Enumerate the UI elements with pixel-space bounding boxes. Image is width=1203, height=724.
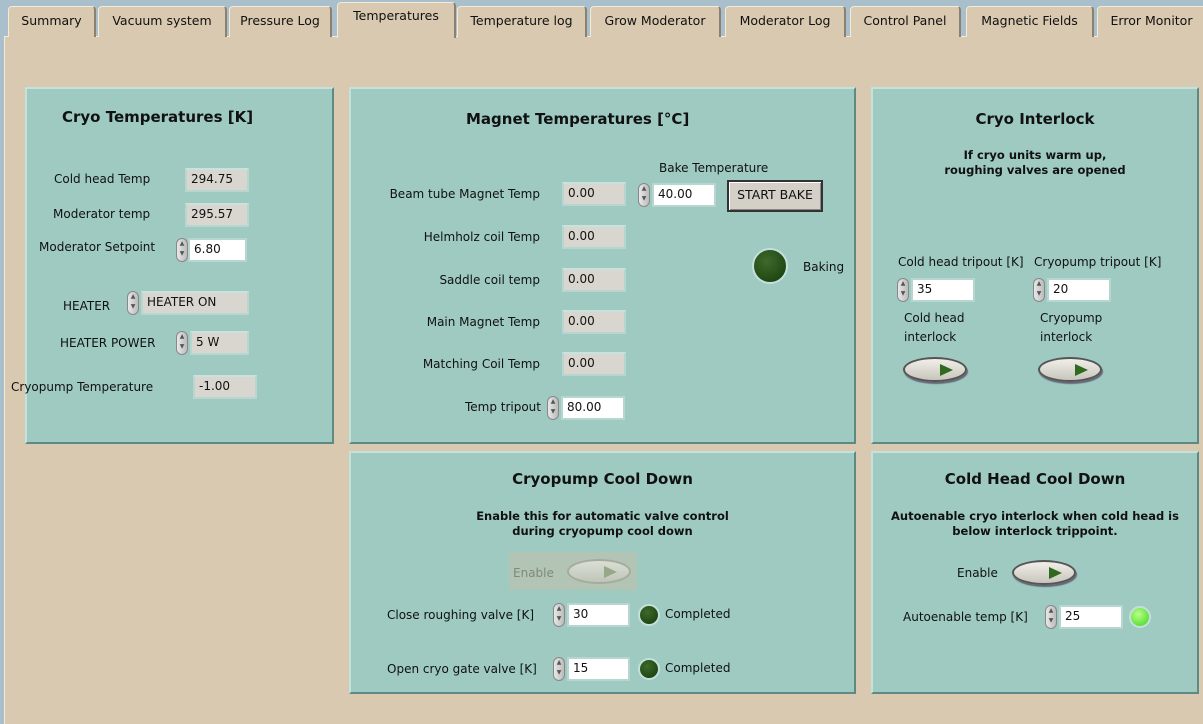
setpoint-spinner[interactable]: ▲ ▼ bbox=[176, 238, 188, 262]
saddle-coil-label: Saddle coil temp bbox=[439, 273, 540, 287]
coldhead-enable-label: Enable bbox=[957, 566, 998, 580]
cold-head-tripout-spinner[interactable]: ▲ ▼ bbox=[897, 278, 909, 302]
close-roughing-input[interactable]: 30 bbox=[567, 603, 630, 627]
matching-coil-display: 0.00 bbox=[562, 352, 626, 376]
bake-temperature-label: Bake Temperature bbox=[659, 161, 769, 175]
cooldown-note-1: Enable this for automatic valve control bbox=[476, 509, 729, 523]
cold-head-interlock-label-2: interlock bbox=[904, 330, 957, 344]
moderator-setpoint-label: Moderator Setpoint bbox=[39, 240, 156, 254]
cold-head-temp-display: 294.75 bbox=[185, 168, 249, 192]
autoenable-led bbox=[1129, 606, 1151, 628]
interlock-note-1: If cryo units warm up, bbox=[963, 148, 1107, 162]
helmholz-display: 0.00 bbox=[562, 225, 626, 249]
heater-power-spinner[interactable]: ▲ ▼ bbox=[176, 331, 188, 355]
autoenable-temp-input[interactable]: 25 bbox=[1059, 605, 1123, 629]
cryo-temperatures-title: Cryo Temperatures [K] bbox=[62, 108, 254, 126]
cryo-interlock-title: Cryo Interlock bbox=[975, 110, 1095, 128]
tab-pressure-log[interactable]: Pressure Log bbox=[229, 6, 332, 37]
heater-label: HEATER bbox=[63, 299, 111, 313]
cold-head-interlock-toggle[interactable] bbox=[903, 357, 967, 382]
open-gate-label: Open cryo gate valve [K] bbox=[387, 662, 537, 676]
heater-power-label: HEATER POWER bbox=[60, 336, 156, 350]
temp-tripout-input[interactable]: 80.00 bbox=[561, 396, 625, 420]
coldhead-note-1: Autoenable cryo interlock when cold head… bbox=[891, 509, 1179, 523]
cryopump-temp-label: Cryopump Temperature bbox=[11, 380, 154, 394]
close-roughing-spinner[interactable]: ▲ ▼ bbox=[553, 603, 565, 627]
cryopump-cooldown-title: Cryopump Cool Down bbox=[512, 470, 693, 488]
main-magnet-display: 0.00 bbox=[562, 310, 626, 334]
cold-head-cooldown-title: Cold Head Cool Down bbox=[944, 470, 1126, 488]
tab-moderator-log[interactable]: Moderator Log bbox=[725, 6, 846, 37]
cryopump-tripout-spinner[interactable]: ▲ ▼ bbox=[1033, 278, 1045, 302]
moderator-temp-display: 295.57 bbox=[185, 203, 249, 227]
cryopump-interlock-label-2: interlock bbox=[1040, 330, 1093, 344]
cryopump-tripout-label: Cryopump tripout [K] bbox=[1034, 255, 1162, 269]
beam-tube-label: Beam tube Magnet Temp bbox=[389, 187, 540, 201]
cryopump-temp-display: -1.00 bbox=[193, 375, 257, 399]
cryopump-interlock-label-1: Cryopump bbox=[1040, 311, 1103, 325]
tab-summary[interactable]: Summary bbox=[8, 6, 96, 37]
roughing-completed-label: Completed bbox=[665, 607, 731, 621]
main-magnet-label: Main Magnet Temp bbox=[426, 315, 540, 329]
matching-coil-label: Matching Coil Temp bbox=[422, 357, 540, 371]
gate-completed-led bbox=[638, 658, 660, 680]
tab-magnetic-fields[interactable]: Magnetic Fields bbox=[966, 6, 1094, 37]
open-gate-spinner[interactable]: ▲ ▼ bbox=[553, 657, 565, 681]
baking-label: Baking bbox=[803, 260, 845, 274]
cold-head-tripout-input[interactable]: 35 bbox=[911, 278, 975, 302]
magnet-temperatures-title: Magnet Temperatures [°C] bbox=[466, 110, 690, 128]
roughing-completed-led bbox=[638, 604, 660, 626]
beam-tube-display: 0.00 bbox=[562, 182, 626, 206]
close-roughing-label: Close roughing valve [K] bbox=[387, 608, 535, 622]
helmholz-label: Helmholz coil Temp bbox=[423, 230, 540, 244]
baking-led bbox=[752, 248, 788, 284]
saddle-coil-display: 0.00 bbox=[562, 268, 626, 292]
cryopump-interlock-toggle[interactable] bbox=[1038, 357, 1102, 382]
coldhead-enable-toggle[interactable] bbox=[1012, 560, 1076, 585]
temp-tripout-spinner[interactable]: ▲ ▼ bbox=[547, 396, 559, 420]
open-gate-input[interactable]: 15 bbox=[567, 657, 630, 681]
heater-spinner[interactable]: ▲ ▼ bbox=[127, 291, 139, 315]
tab-vacuum-system[interactable]: Vacuum system bbox=[98, 6, 227, 37]
start-bake-button[interactable]: START BAKE bbox=[727, 180, 823, 212]
tab-control-panel[interactable]: Control Panel bbox=[850, 6, 961, 37]
cold-head-interlock-label-1: Cold head bbox=[904, 311, 965, 325]
cooldown-enable-toggle[interactable] bbox=[567, 559, 631, 584]
heater-select[interactable]: HEATER ON bbox=[141, 291, 249, 315]
bake-temperature-input[interactable]: 40.00 bbox=[652, 183, 716, 207]
cold-head-temp-label: Cold head Temp bbox=[54, 172, 151, 186]
heater-power-select[interactable]: 5 W bbox=[190, 331, 249, 355]
moderator-temp-label: Moderator temp bbox=[53, 207, 151, 221]
cooldown-enable-label: Enable bbox=[513, 566, 554, 580]
cold-head-tripout-label: Cold head tripout [K] bbox=[898, 255, 1024, 269]
autoenable-temp-spinner[interactable]: ▲ ▼ bbox=[1045, 605, 1057, 629]
moderator-setpoint-input[interactable]: 6.80 bbox=[188, 238, 247, 262]
autoenable-temp-label: Autoenable temp [K] bbox=[903, 610, 1028, 624]
temp-tripout-label: Temp tripout bbox=[464, 400, 541, 414]
interlock-note-2: roughing valves are opened bbox=[944, 163, 1126, 177]
tab-grow-moderator[interactable]: Grow Moderator bbox=[590, 6, 721, 37]
cryopump-tripout-input[interactable]: 20 bbox=[1047, 278, 1111, 302]
bake-temperature-spinner[interactable]: ▲ ▼ bbox=[638, 183, 650, 207]
tab-temperatures[interactable]: Temperatures bbox=[337, 2, 456, 38]
tab-error-monitor[interactable]: Error Monitor bbox=[1097, 6, 1203, 37]
gate-completed-label: Completed bbox=[665, 661, 731, 675]
cooldown-note-2: during cryopump cool down bbox=[512, 524, 693, 538]
tab-temperature-log[interactable]: Temperature log bbox=[457, 6, 587, 37]
coldhead-note-2: below interlock trippoint. bbox=[952, 524, 1118, 538]
